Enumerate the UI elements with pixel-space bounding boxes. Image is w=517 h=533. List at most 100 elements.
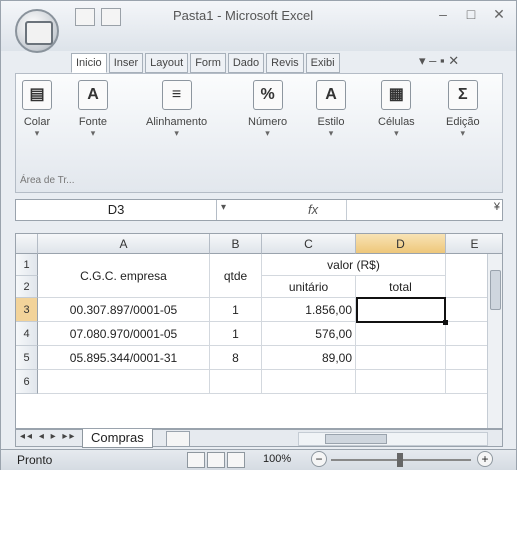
zoom-in-icon[interactable]: +: [477, 451, 493, 467]
sheet-nav-arrows-icon[interactable]: ◂◂ ◂ ▸ ▸▸: [20, 431, 76, 442]
tab-formulas[interactable]: Form: [190, 53, 226, 73]
group-label: Colar: [23, 116, 51, 128]
ribbon: ▤ Colar ▾ A Fonte ▾ ≡ Alinhamento ▾ % Nú…: [15, 73, 503, 193]
cell-a6[interactable]: [38, 370, 210, 394]
maximize-icon[interactable]: □: [460, 5, 482, 23]
group-alignment[interactable]: ≡ Alinhamento ▾: [146, 80, 207, 139]
fill-handle[interactable]: [443, 320, 448, 325]
group-editing[interactable]: Σ Edição ▾: [446, 80, 480, 139]
name-box[interactable]: D3: [16, 200, 217, 220]
normal-view-icon[interactable]: [187, 452, 205, 468]
scrollbar-thumb[interactable]: [490, 270, 501, 310]
tab-layout[interactable]: Layout: [145, 53, 189, 73]
group-cells[interactable]: ▦ Células ▾: [378, 80, 415, 139]
formula-input[interactable]: [346, 200, 482, 220]
cell-header-total[interactable]: total: [356, 276, 446, 298]
row-header-3[interactable]: 3: [16, 298, 38, 322]
group-label: Estilo: [317, 116, 345, 128]
sigma-icon: Σ: [447, 80, 478, 110]
spreadsheet-grid: A B C D E 1 2 3 4 5 6 C.G.C. empresa qtd…: [15, 233, 503, 429]
function-icon[interactable]: fx: [308, 202, 318, 217]
scrollbar-thumb[interactable]: [325, 434, 387, 444]
font-icon: A: [78, 80, 108, 110]
undo-icon[interactable]: [101, 8, 121, 26]
column-header-b[interactable]: B: [210, 234, 262, 254]
status-bar: Pronto 100% − +: [1, 449, 516, 470]
vertical-scrollbar[interactable]: [487, 254, 502, 428]
ribbon-options-icon[interactable]: ▾ – ▪ ✕: [419, 53, 459, 69]
cell-a4[interactable]: 07.080.970/0001-05: [38, 322, 210, 346]
cell-b6[interactable]: [210, 370, 262, 394]
tab-inicio[interactable]: Inicio: [71, 53, 107, 73]
row-header-4[interactable]: 4: [16, 322, 38, 346]
zoom-slider[interactable]: [331, 453, 471, 467]
select-all-corner[interactable]: [16, 234, 38, 254]
group-style[interactable]: A Estilo ▾: [316, 80, 346, 139]
chevron-down-icon: ▾: [394, 128, 399, 138]
cell-c6[interactable]: [262, 370, 356, 394]
page-break-view-icon[interactable]: [227, 452, 245, 468]
excel-window: Pasta1 - Microsoft Excel – □ ✕ Inicio In…: [0, 0, 517, 470]
tab-dados[interactable]: Dado: [227, 53, 265, 73]
window-title: Pasta1 - Microsoft Excel: [173, 8, 314, 23]
style-icon: A: [316, 80, 346, 110]
column-header-e[interactable]: E: [446, 234, 502, 254]
office-button[interactable]: [15, 9, 59, 53]
row-header-5[interactable]: 5: [16, 346, 38, 370]
group-clipboard[interactable]: ▤ Colar ▾: [22, 80, 52, 139]
paste-icon: ▤: [22, 80, 52, 110]
tab-exibicao[interactable]: Exibi: [305, 53, 340, 73]
chevron-down-icon: ▾: [34, 128, 40, 138]
cell-b4[interactable]: 1: [210, 322, 262, 346]
quick-access-toolbar: [75, 8, 121, 26]
save-icon[interactable]: [75, 8, 95, 26]
cell-d4[interactable]: [356, 322, 446, 346]
cell-a3[interactable]: 00.307.897/0001-05: [38, 298, 210, 322]
zoom-level[interactable]: 100%: [263, 453, 291, 465]
active-cell-d3[interactable]: [356, 297, 446, 323]
row-header-1[interactable]: 1: [16, 254, 38, 276]
office-logo-icon: [25, 21, 53, 45]
cell-c5[interactable]: 89,00: [262, 346, 356, 370]
tab-revisao[interactable]: Revis: [266, 53, 304, 73]
sheet-tab-bar: ◂◂ ◂ ▸ ▸▸ Compras: [15, 429, 503, 448]
view-buttons: [187, 452, 245, 468]
chevron-down-icon: ▾: [328, 128, 334, 138]
page-layout-view-icon[interactable]: [207, 452, 225, 468]
cell-c4[interactable]: 576,00: [262, 322, 356, 346]
cell-d6[interactable]: [356, 370, 446, 394]
expand-formula-icon[interactable]: ¥: [494, 201, 500, 213]
column-header-a[interactable]: A: [38, 234, 210, 254]
cell-d5[interactable]: [356, 346, 446, 370]
zoom-slider-knob[interactable]: [397, 453, 403, 467]
group-font[interactable]: A Fonte ▾: [78, 80, 108, 139]
group-label: Edição: [446, 116, 480, 128]
cells-icon: ▦: [381, 80, 412, 110]
insert-sheet-icon[interactable]: [166, 431, 190, 447]
row-header-2[interactable]: 2: [16, 276, 38, 298]
tab-inserir[interactable]: Inser: [108, 53, 144, 73]
column-header-d[interactable]: D: [356, 234, 446, 254]
column-header-c[interactable]: C: [262, 234, 356, 254]
cell-a5[interactable]: 05.895.344/0001-31: [38, 346, 210, 370]
row-header-6[interactable]: 6: [16, 370, 38, 394]
group-label: Células: [378, 116, 415, 128]
clipboard-group-label: Área de Tr...: [20, 175, 75, 186]
horizontal-scrollbar[interactable]: [298, 432, 488, 446]
group-label: Fonte: [78, 116, 108, 128]
percent-icon: %: [252, 80, 283, 110]
chevron-down-icon[interactable]: ▾: [221, 202, 226, 213]
zoom-out-icon[interactable]: −: [311, 451, 327, 467]
cell-b5[interactable]: 8: [210, 346, 262, 370]
cell-header-qtde[interactable]: qtde: [210, 254, 262, 298]
close-icon[interactable]: ✕: [488, 5, 510, 23]
cell-header-unitario[interactable]: unitário: [262, 276, 356, 298]
cell-header-valor[interactable]: valor (R$): [262, 254, 446, 276]
group-number[interactable]: % Número ▾: [248, 80, 287, 139]
cell-header-cgc[interactable]: C.G.C. empresa: [38, 254, 210, 298]
minimize-icon[interactable]: –: [432, 5, 454, 23]
sheet-tab-compras[interactable]: Compras: [82, 429, 153, 448]
cell-c3[interactable]: 1.856,00: [262, 298, 356, 322]
chevron-down-icon: ▾: [174, 128, 179, 138]
cell-b3[interactable]: 1: [210, 298, 262, 322]
